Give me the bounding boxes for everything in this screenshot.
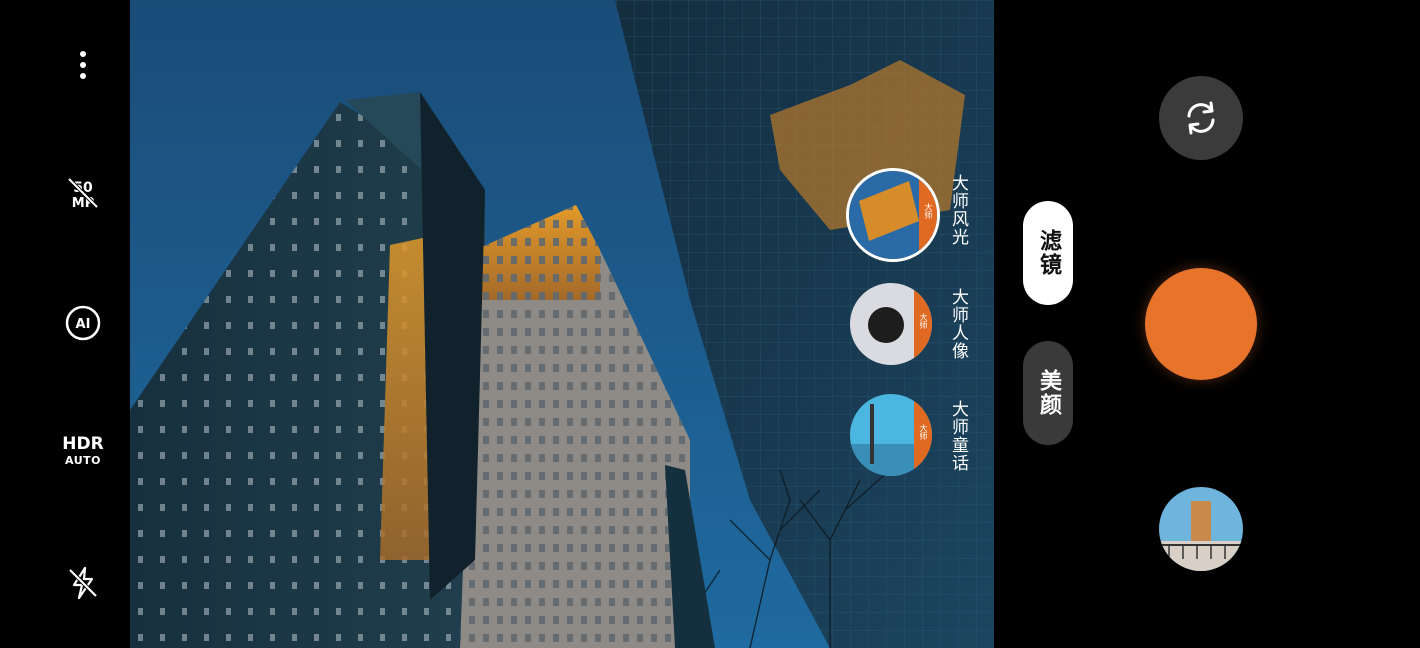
more-options-icon[interactable] — [58, 40, 108, 90]
filter-label-portrait: 大师人像 — [948, 288, 968, 360]
hdr-toggle[interactable]: HDR AUTO — [50, 434, 116, 467]
gallery-thumbnail[interactable] — [1159, 487, 1243, 571]
filter-badge: 大师 — [919, 424, 928, 440]
switch-camera-button[interactable] — [1159, 76, 1243, 160]
tab-beauty-label: 美颜 — [1036, 369, 1061, 417]
left-toolbar: 50 MP AI HDR AUTO — [0, 0, 130, 648]
camera-viewfinder[interactable]: 大师 大师风光 大师 大师人像 大师 大师童话 — [130, 0, 994, 648]
tab-beauty[interactable]: 美颜 — [1023, 341, 1073, 445]
hdr-label: HDR — [62, 434, 104, 454]
filter-label-fairytale: 大师童话 — [948, 400, 968, 472]
switch-camera-icon — [1187, 101, 1215, 135]
tab-filter-label: 滤镜 — [1036, 229, 1061, 277]
resolution-icon[interactable]: 50 MP — [58, 168, 108, 218]
filter-label-landscape: 大师风光 — [948, 174, 968, 246]
filter-badge: 大师 — [919, 313, 928, 329]
filter-badge: 大师 — [924, 203, 933, 219]
ai-label: AI — [76, 317, 91, 332]
filter-thumb-portrait[interactable]: 大师 — [850, 283, 932, 365]
hdr-mode-label: AUTO — [65, 454, 101, 467]
filter-thumb-landscape[interactable]: 大师 — [846, 168, 940, 262]
filter-thumb-fairytale[interactable]: 大师 — [850, 394, 932, 476]
ai-scene-icon[interactable]: AI — [58, 298, 108, 348]
flash-off-icon[interactable] — [58, 558, 108, 608]
shutter-button[interactable] — [1145, 268, 1257, 380]
tab-filter[interactable]: 滤镜 — [1023, 201, 1073, 305]
